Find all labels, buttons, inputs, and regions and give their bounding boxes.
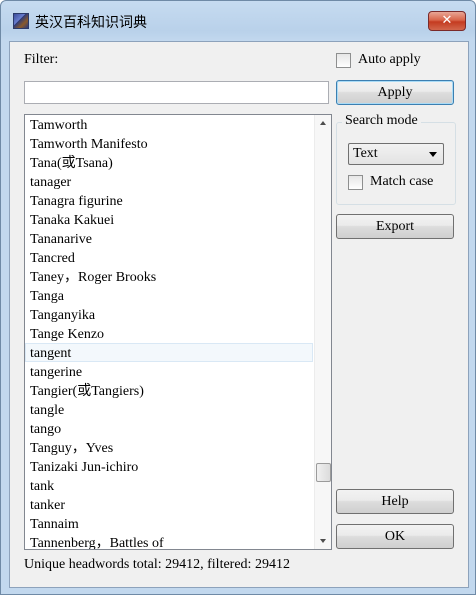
list-item[interactable]: tanager: [25, 172, 313, 191]
list-item[interactable]: tanker: [25, 495, 313, 514]
ok-button[interactable]: OK: [336, 524, 454, 549]
list-item[interactable]: Tanizaki Jun-ichiro: [25, 457, 313, 476]
list-scrollbar[interactable]: [314, 115, 331, 549]
apply-button[interactable]: Apply: [336, 80, 454, 105]
list-item[interactable]: Tanganyika: [25, 305, 313, 324]
list-item[interactable]: Tanguy，Yves: [25, 438, 313, 457]
status-text: Unique headwords total: 29412, filtered:…: [24, 557, 290, 572]
arrow-up-icon: [320, 121, 326, 125]
list-item[interactable]: Tanga: [25, 286, 313, 305]
list-item[interactable]: Tana(或Tsana): [25, 153, 313, 172]
filter-label: Filter:: [24, 52, 59, 67]
list-item[interactable]: tangle: [25, 400, 313, 419]
list-item[interactable]: Tange Kenzo: [25, 324, 313, 343]
match-case-checkbox[interactable]: [348, 175, 363, 190]
auto-apply-checkbox[interactable]: [336, 53, 351, 68]
chevron-down-icon: [429, 152, 437, 157]
app-icon: [13, 13, 29, 29]
list-item[interactable]: Tangier(或Tangiers): [25, 381, 313, 400]
list-item[interactable]: Tanagra figurine: [25, 191, 313, 210]
scroll-down-button[interactable]: [315, 532, 331, 549]
title-bar[interactable]: 英汉百科知识词典 ✕: [1, 1, 475, 41]
list-item[interactable]: tank: [25, 476, 313, 495]
close-button[interactable]: ✕: [428, 11, 466, 31]
window-title: 英汉百科知识词典: [35, 15, 147, 31]
match-case-label: Match case: [370, 174, 434, 189]
filter-input[interactable]: [24, 81, 329, 104]
dialog-body: Filter: Auto apply Apply Search mode Tex…: [10, 42, 468, 587]
headword-items: Tamworth Tamworth Manifesto Tana(或Tsana) ta…: [25, 115, 313, 549]
list-item[interactable]: tango: [25, 419, 313, 438]
export-button[interactable]: Export: [336, 214, 454, 239]
list-item[interactable]: Tanaka Kakuei: [25, 210, 313, 229]
search-mode-value: Text: [353, 146, 378, 161]
auto-apply-label: Auto apply: [358, 52, 421, 67]
help-button[interactable]: Help: [336, 489, 454, 514]
list-item[interactable]: Tancred: [25, 248, 313, 267]
search-mode-select[interactable]: Text: [348, 143, 444, 165]
search-mode-label: Search mode: [342, 113, 421, 129]
arrow-down-icon: [320, 539, 326, 543]
list-item[interactable]: tangent: [25, 343, 313, 362]
list-item[interactable]: Tananarive: [25, 229, 313, 248]
scroll-thumb[interactable]: [316, 463, 331, 482]
headword-list[interactable]: Tamworth Tamworth Manifesto Tana(或Tsana) ta…: [24, 114, 332, 550]
scroll-up-button[interactable]: [315, 115, 331, 132]
list-item[interactable]: Tamworth: [25, 115, 313, 134]
list-item[interactable]: Tannenberg，Battles of: [25, 533, 313, 549]
list-item[interactable]: Tamworth Manifesto: [25, 134, 313, 153]
client-area: Filter: Auto apply Apply Search mode Tex…: [9, 41, 469, 588]
dictionary-window: 英汉百科知识词典 ✕ Filter: Auto apply Apply Sear…: [0, 0, 476, 595]
list-item[interactable]: Taney，Roger Brooks: [25, 267, 313, 286]
list-item[interactable]: tangerine: [25, 362, 313, 381]
list-item[interactable]: Tannaim: [25, 514, 313, 533]
